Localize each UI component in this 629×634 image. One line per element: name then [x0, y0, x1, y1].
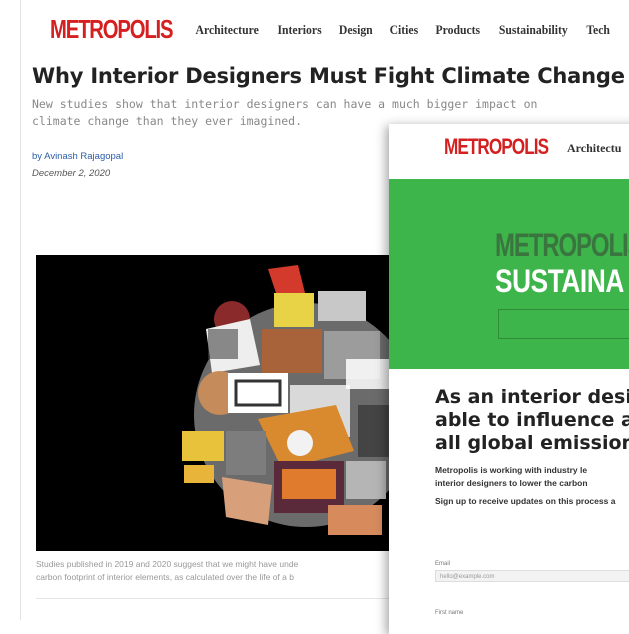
- caption-line-1: Studies published in 2019 and 2020 sugge…: [36, 559, 299, 569]
- image-caption: Studies published in 2019 and 2020 sugge…: [36, 558, 396, 584]
- main-nav: METROPOLIS Architecture Interiors Design…: [50, 14, 611, 45]
- banner-logo: METROPOLIS: [495, 227, 629, 263]
- popup-body-text: Metropolis is working with industry le i…: [435, 464, 588, 490]
- signup-text: Sign up to receive updates on this proce…: [435, 496, 616, 506]
- banner-outline-box: [498, 309, 629, 339]
- caption-line-2: carbon footprint of interior elements, a…: [36, 572, 294, 582]
- author-link[interactable]: by Avinash Rajagopal: [32, 151, 123, 162]
- hero-collage-image: [36, 255, 396, 551]
- article-title: Why Interior Designers Must Fight Climat…: [32, 64, 625, 88]
- popup-heading-line-3: all global emission: [435, 432, 629, 454]
- nav-cities[interactable]: Cities: [389, 22, 418, 38]
- popup-nav-architecture[interactable]: Architectu: [567, 141, 621, 156]
- nav-tech[interactable]: Tech: [586, 22, 610, 38]
- nav-sustainability[interactable]: Sustainability: [499, 22, 568, 38]
- newsletter-popup: METROPOLIS Architectu METROPOLIS SUSTAIN…: [389, 124, 629, 634]
- popup-metropolis-logo[interactable]: METROPOLIS: [444, 134, 549, 160]
- metropolis-logo[interactable]: METROPOLIS: [50, 14, 174, 45]
- content-divider: [36, 598, 396, 599]
- popup-body-line-1: Metropolis is working with industry le: [435, 465, 588, 475]
- banner-title: SUSTAINA: [495, 263, 624, 299]
- nav-architecture[interactable]: Architecture: [195, 22, 258, 38]
- nav-interiors[interactable]: Interiors: [278, 22, 322, 38]
- sustainability-banner: METROPOLIS SUSTAINA: [389, 179, 629, 369]
- popup-heading-line-2: able to influence a: [435, 409, 629, 431]
- collage-illustration: [36, 255, 396, 551]
- popup-heading-line-1: As an interior desi: [435, 386, 629, 408]
- nav-products[interactable]: Products: [435, 22, 480, 38]
- email-field[interactable]: hello@example.com: [435, 570, 629, 582]
- first-name-label: First name: [435, 610, 464, 616]
- nav-design[interactable]: Design: [339, 22, 373, 38]
- email-label: Email: [435, 561, 451, 567]
- publish-date: December 2, 2020: [32, 168, 111, 179]
- popup-body-line-2: interior designers to lower the carbon: [435, 478, 588, 488]
- popup-heading: As an interior desi able to influence a …: [435, 386, 629, 455]
